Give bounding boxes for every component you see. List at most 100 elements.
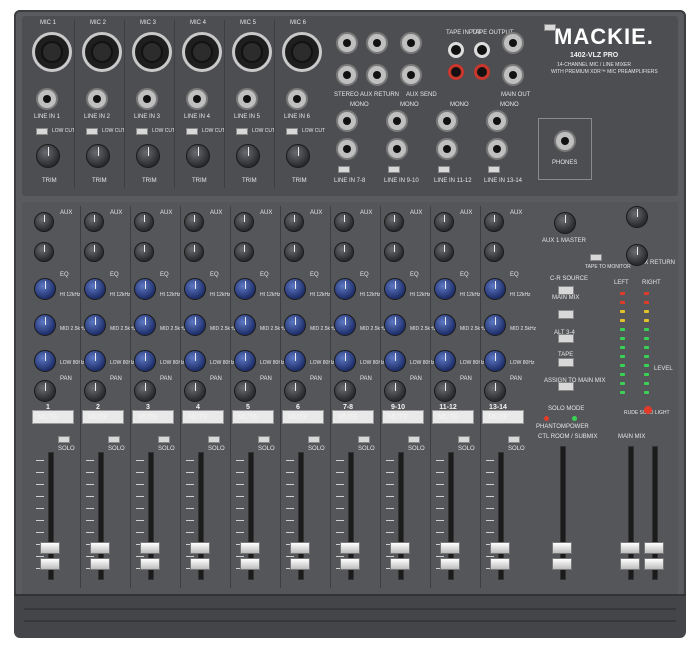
trim-knob[interactable] xyxy=(86,144,110,168)
trim-knob[interactable] xyxy=(136,144,160,168)
eq-low-knob[interactable] xyxy=(334,350,356,372)
eq-hi-knob[interactable] xyxy=(284,278,306,300)
eq-hi-knob[interactable] xyxy=(184,278,206,300)
fader-cap[interactable] xyxy=(190,542,210,554)
pan-knob[interactable] xyxy=(34,380,56,402)
eq-low-knob[interactable] xyxy=(484,350,506,372)
aux-return-jack[interactable] xyxy=(336,32,358,54)
trim-knob[interactable] xyxy=(186,144,210,168)
line-jack[interactable] xyxy=(286,88,308,110)
tape-out-rca-left[interactable] xyxy=(474,42,490,58)
line-jack-left[interactable] xyxy=(386,110,408,132)
line-jack[interactable] xyxy=(186,88,208,110)
xlr-input[interactable] xyxy=(182,32,222,72)
fader-cap[interactable] xyxy=(390,542,410,554)
line-jack-left[interactable] xyxy=(436,110,458,132)
eq-mid-knob[interactable] xyxy=(134,314,156,336)
aux-return-jack[interactable] xyxy=(366,64,388,86)
aux1-knob[interactable] xyxy=(84,212,104,232)
aux1-knob[interactable] xyxy=(334,212,354,232)
eq-mid-knob[interactable] xyxy=(234,314,256,336)
aux1-master-knob[interactable] xyxy=(554,212,576,234)
trim-knob[interactable] xyxy=(236,144,260,168)
pan-knob[interactable] xyxy=(234,380,256,402)
xlr-input[interactable] xyxy=(232,32,272,72)
xlr-input[interactable] xyxy=(82,32,122,72)
aux1-knob[interactable] xyxy=(384,212,404,232)
solo-button[interactable] xyxy=(58,436,70,443)
solo-button[interactable] xyxy=(208,436,220,443)
xlr-input[interactable] xyxy=(132,32,172,72)
eq-low-knob[interactable] xyxy=(284,350,306,372)
aux2-knob[interactable] xyxy=(484,242,504,262)
eq-low-knob[interactable] xyxy=(434,350,456,372)
aux2-knob[interactable] xyxy=(134,242,154,262)
xlr-input[interactable] xyxy=(282,32,322,72)
pan-knob[interactable] xyxy=(384,380,406,402)
solo-button[interactable] xyxy=(258,436,270,443)
pan-knob[interactable] xyxy=(484,380,506,402)
ctl-room-fader-cap[interactable] xyxy=(552,542,572,554)
line-jack[interactable] xyxy=(236,88,258,110)
level-switch[interactable] xyxy=(488,166,500,173)
aux-send-jack[interactable] xyxy=(400,64,422,86)
line-jack[interactable] xyxy=(136,88,158,110)
aux1-knob[interactable] xyxy=(134,212,154,232)
low-cut-switch[interactable] xyxy=(86,128,98,135)
fader-cap[interactable] xyxy=(440,542,460,554)
eq-mid-knob[interactable] xyxy=(334,314,356,336)
aux-send-jack[interactable] xyxy=(400,32,422,54)
level-switch[interactable] xyxy=(338,166,350,173)
eq-mid-knob[interactable] xyxy=(434,314,456,336)
solo-button[interactable] xyxy=(408,436,420,443)
line-jack-right[interactable] xyxy=(386,138,408,160)
level-switch[interactable] xyxy=(438,166,450,173)
eq-mid-knob[interactable] xyxy=(84,314,106,336)
eq-hi-knob[interactable] xyxy=(384,278,406,300)
main-out-jack-left[interactable] xyxy=(502,32,524,54)
level-switch[interactable] xyxy=(388,166,400,173)
aux2-knob[interactable] xyxy=(434,242,454,262)
solo-button[interactable] xyxy=(158,436,170,443)
aux-return-1-knob[interactable] xyxy=(626,206,648,228)
low-cut-switch[interactable] xyxy=(286,128,298,135)
eq-hi-knob[interactable] xyxy=(84,278,106,300)
aux-return-jack[interactable] xyxy=(336,64,358,86)
aux2-knob[interactable] xyxy=(184,242,204,262)
fader-cap[interactable] xyxy=(140,542,160,554)
aux2-knob[interactable] xyxy=(84,242,104,262)
power-switch[interactable] xyxy=(544,24,556,31)
aux2-knob[interactable] xyxy=(284,242,304,262)
line-jack-left[interactable] xyxy=(336,110,358,132)
fader-cap[interactable] xyxy=(290,542,310,554)
fader-cap[interactable] xyxy=(40,542,60,554)
main-mix-fader-cap[interactable] xyxy=(620,542,640,554)
tape-in-rca-left[interactable] xyxy=(448,42,464,58)
main-mix-fader-cap[interactable] xyxy=(644,542,664,554)
eq-mid-knob[interactable] xyxy=(284,314,306,336)
fader-cap[interactable] xyxy=(240,542,260,554)
solo-button[interactable] xyxy=(458,436,470,443)
pan-knob[interactable] xyxy=(84,380,106,402)
aux1-knob[interactable] xyxy=(434,212,454,232)
fader-cap[interactable] xyxy=(340,542,360,554)
trim-knob[interactable] xyxy=(286,144,310,168)
line-jack-right[interactable] xyxy=(486,138,508,160)
line-jack[interactable] xyxy=(86,88,108,110)
aux1-knob[interactable] xyxy=(484,212,504,232)
tape-to-monitor-switch[interactable] xyxy=(590,254,602,261)
eq-hi-knob[interactable] xyxy=(234,278,256,300)
low-cut-switch[interactable] xyxy=(136,128,148,135)
eq-hi-knob[interactable] xyxy=(34,278,56,300)
line-jack[interactable] xyxy=(36,88,58,110)
aux-return-jack[interactable] xyxy=(366,32,388,54)
pan-knob[interactable] xyxy=(134,380,156,402)
solo-button[interactable] xyxy=(358,436,370,443)
low-cut-switch[interactable] xyxy=(186,128,198,135)
aux1-knob[interactable] xyxy=(184,212,204,232)
xlr-input[interactable] xyxy=(32,32,72,72)
cr-tape-button[interactable] xyxy=(558,334,574,343)
line-jack-right[interactable] xyxy=(336,138,358,160)
eq-low-knob[interactable] xyxy=(134,350,156,372)
eq-hi-knob[interactable] xyxy=(334,278,356,300)
